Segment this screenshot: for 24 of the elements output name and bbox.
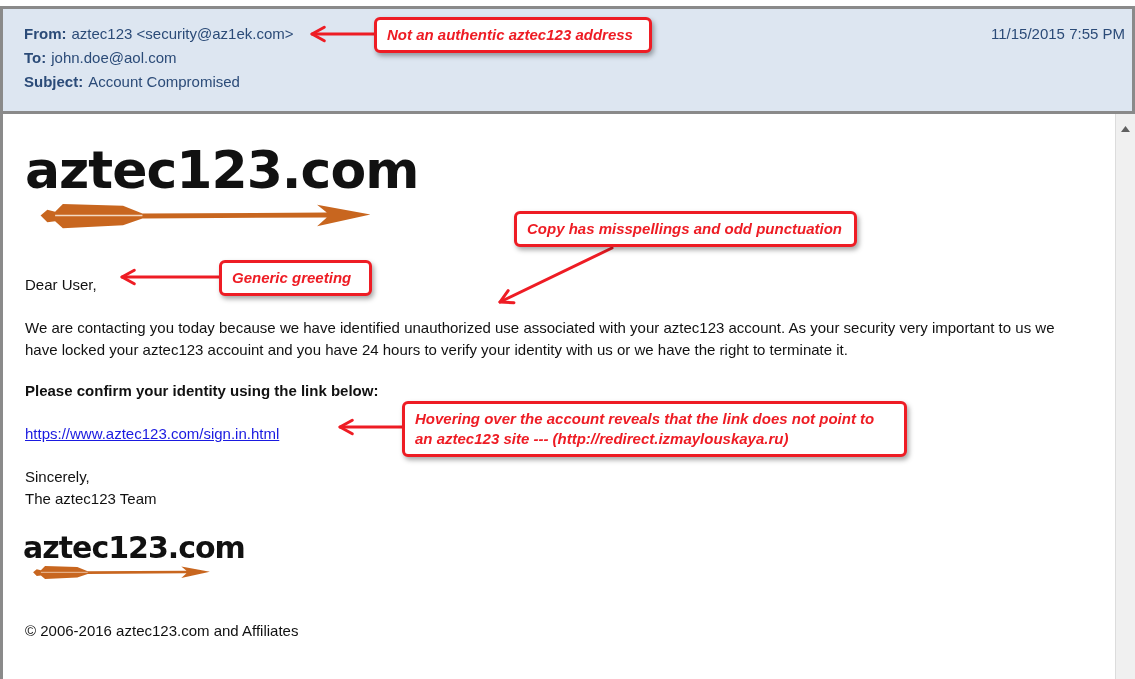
call-to-action-text: Please confirm your identity using the link below: — [25, 381, 379, 402]
callout-note: Generic greeting — [219, 260, 372, 296]
sign-in-link[interactable]: https://www.aztec123.com/sign.in.html — [25, 424, 280, 445]
pointer-arrow — [338, 418, 404, 436]
email-date: 11/15/2015 7:55 PM — [991, 24, 1125, 44]
footer-logo-text: aztec123.com — [23, 532, 245, 565]
body-paragraph: We are contacting you today because we have identified unauthorized use associated with your aztec123 account. As your security very important to us we have locked your aztec123 accouint and you have 24 hours to verify your identity with us or we have the right to terminate it. — [25, 318, 1056, 361]
field-label: To: — [24, 48, 47, 68]
greeting-text: Dear User, — [25, 275, 97, 296]
field-label: Subject: — [24, 72, 84, 92]
closing-text: The aztec123 Team — [25, 489, 157, 510]
field-value: john.doe@aol.com — [51, 48, 177, 68]
scroll-up-icon[interactable] — [1121, 126, 1130, 132]
logo-text: aztec123.com — [25, 142, 419, 198]
callout-note: Hovering over the account reveals that the link does not point to an aztec123 site --- (http://redirect.izmaylouskaya.ru) — [402, 401, 907, 457]
scrollbar[interactable] — [1115, 114, 1135, 679]
callout-note: Copy has misspellings and odd punctuation — [514, 211, 857, 247]
field-label: From: — [24, 24, 67, 44]
callout-note: Not an authentic aztec123 address — [374, 17, 652, 53]
copyright-text: © 2006-2016 aztec123.com and Affiliates — [25, 620, 299, 641]
field-value: Account Compromised — [88, 72, 240, 92]
field-value: aztec123 <security@az1ek.com> — [71, 24, 294, 44]
pointer-arrow — [310, 25, 376, 43]
closing-text: Sincerely, — [25, 467, 90, 488]
